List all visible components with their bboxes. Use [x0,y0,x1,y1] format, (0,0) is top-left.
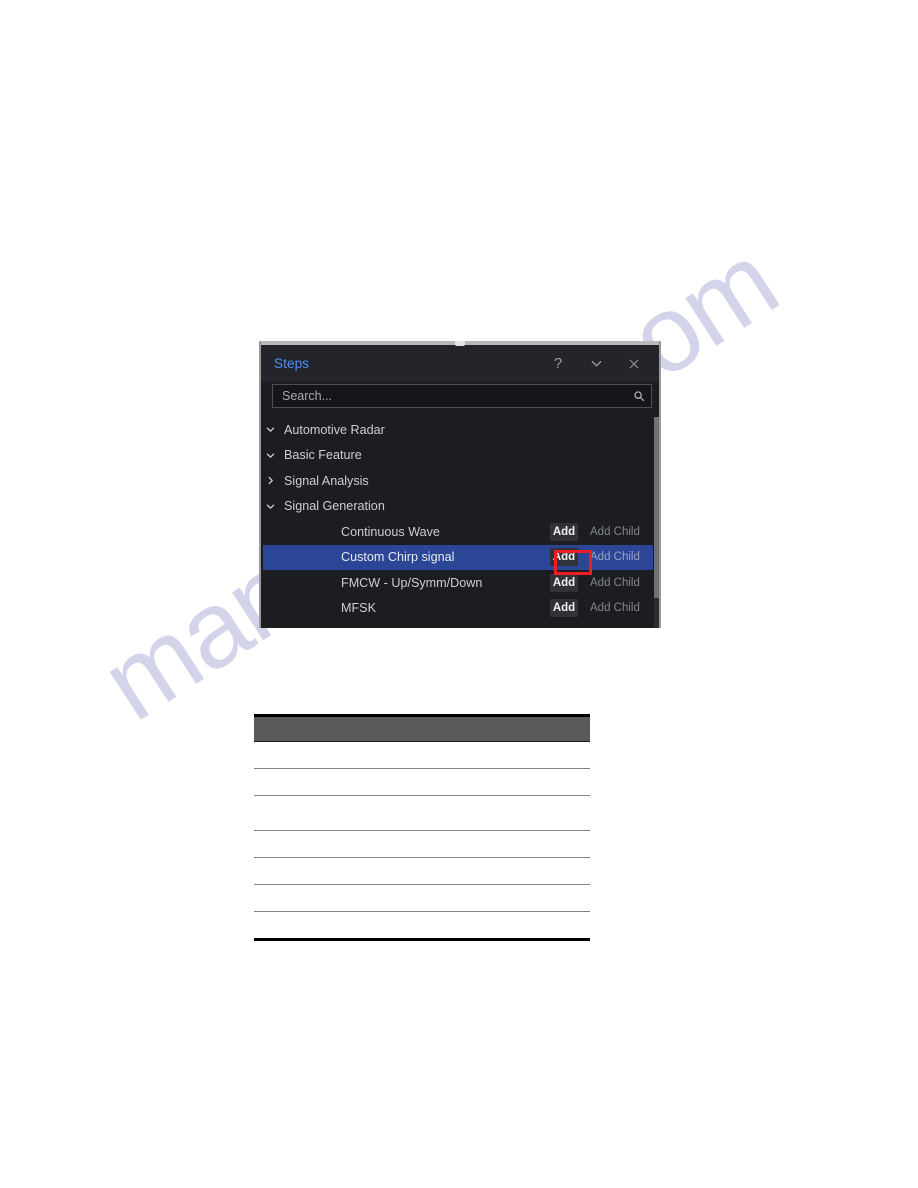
help-icon[interactable]: ? [539,349,577,379]
tree-item-label: Automotive Radar [284,422,385,437]
table-row [254,911,590,938]
row-actions: Add Add Child [550,570,653,596]
tree-item-label: Signal Analysis [284,473,369,488]
add-button[interactable]: Add [550,522,578,541]
row-actions: Add Add Child [550,596,653,622]
close-icon[interactable] [615,349,653,379]
tree-item-signal-generation[interactable]: Signal Generation [263,494,653,520]
chevron-down-icon[interactable] [263,499,277,513]
steps-panel: Steps ? Search... Automotive Radar Basic… [259,341,661,628]
tree-item-label: Continuous Wave [341,524,440,539]
vertical-scrollbar[interactable] [654,417,659,628]
add-child-button: Add Child [584,599,650,617]
search-box[interactable] [272,384,652,408]
chevron-down-icon[interactable] [263,423,277,437]
panel-resize-grip[interactable] [261,341,659,346]
tree-item-custom-chirp-signal[interactable]: Custom Chirp signal Add Add Child [263,544,653,571]
chevron-down-icon[interactable] [577,349,615,379]
add-child-button: Add Child [584,548,650,566]
table-row [254,768,590,795]
add-child-button: Add Child [584,574,650,592]
steps-tree[interactable]: Automotive Radar Basic Feature Signal An… [263,417,653,628]
tree-item-continuous-wave[interactable]: Continuous Wave Add Add Child [263,519,653,545]
tree-item-automotive-radar[interactable]: Automotive Radar [263,417,653,443]
help-glyph: ? [553,355,563,372]
chevron-right-icon[interactable] [263,474,277,488]
tree-item-label: Custom Chirp signal [341,550,455,565]
row-actions: Add Add Child [550,519,653,545]
add-button[interactable]: Add [550,573,578,592]
tree-item-signal-analysis[interactable]: Signal Analysis [263,468,653,494]
table-row [254,857,590,884]
tree-item-mfsk[interactable]: MFSK Add Add Child [263,596,653,622]
tree-item-fmcw[interactable]: FMCW - Up/Symm/Down Add Add Child [263,570,653,596]
tree-item-label: Basic Feature [284,448,362,463]
table-row [254,884,590,911]
panel-title: Steps [274,356,310,371]
tree-item-label: FMCW - Up/Symm/Down [341,575,483,590]
search-icon[interactable] [633,390,645,402]
tree-item-basic-feature[interactable]: Basic Feature [263,443,653,469]
search-input[interactable] [282,389,633,403]
tree-item-label: Signal Generation [284,499,385,514]
scrollbar-thumb[interactable] [654,417,659,599]
panel-grip-dot [455,341,465,346]
chevron-down-icon[interactable] [263,448,277,462]
table-row [254,830,590,857]
table-row [254,741,590,768]
table-bottom-rule [254,938,590,941]
add-child-button: Add Child [584,523,650,541]
document-table [254,714,590,941]
add-button[interactable]: Add [550,548,578,567]
table-row [254,795,590,830]
tree-item-label: MFSK [341,601,376,616]
add-button[interactable]: Add [550,599,578,618]
table-header-row [254,717,590,741]
panel-title-bar[interactable]: Steps ? [261,345,659,382]
row-actions: Add Add Child [550,545,653,571]
